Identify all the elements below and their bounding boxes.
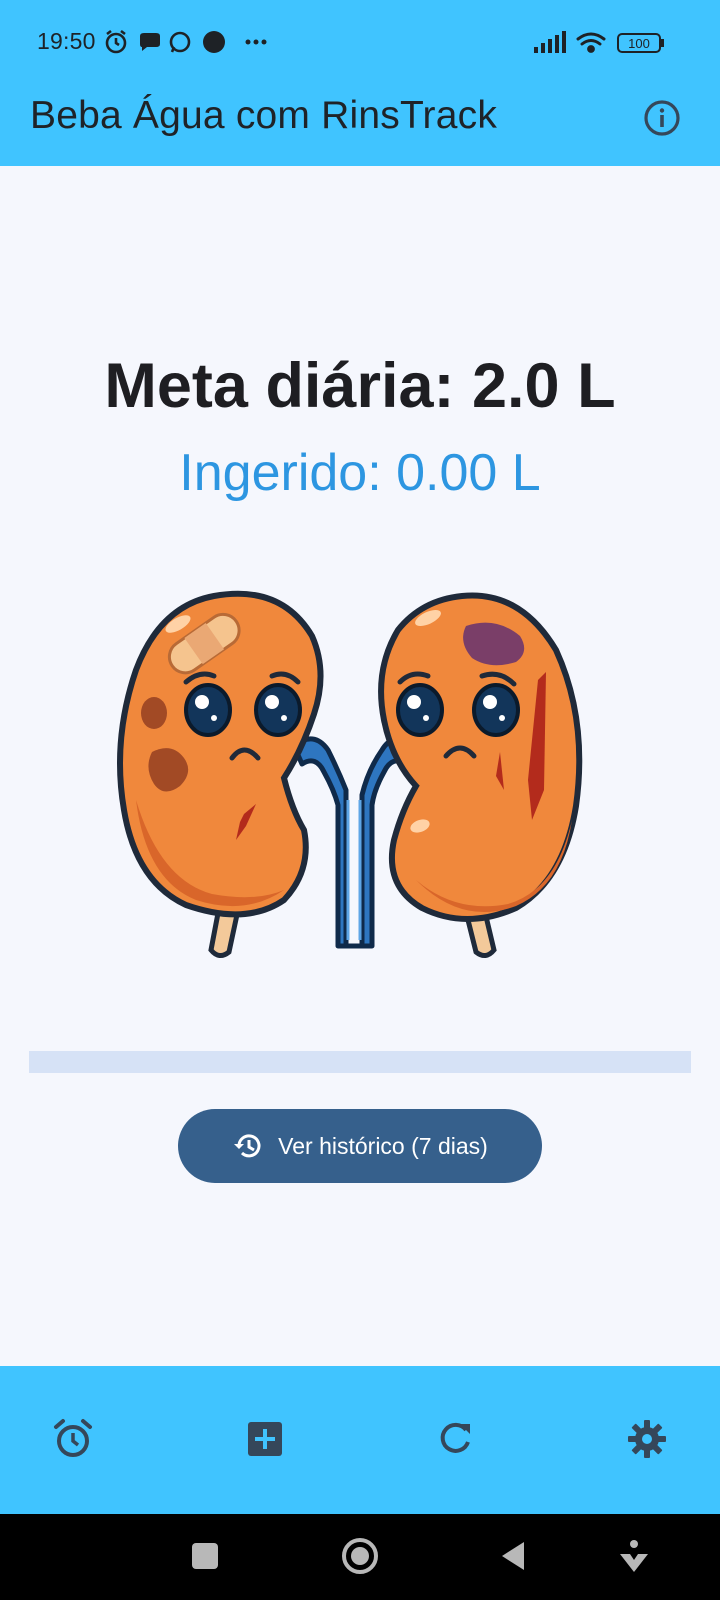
dot-icon [203, 31, 225, 53]
intake-progress-bar [29, 1051, 691, 1073]
back-icon[interactable] [492, 1534, 536, 1578]
app-title: Beba Água com RinsTrack [30, 94, 498, 137]
status-left-icons [105, 29, 267, 54]
wifi-icon [576, 32, 606, 53]
battery-level: 100 [628, 36, 650, 51]
intake-text: Ingerido: 0.00 L [179, 444, 541, 502]
settings-icon[interactable] [624, 1416, 670, 1462]
daily-goal-text: Meta diária: 2.0 L [104, 351, 616, 421]
left-kidney [117, 590, 324, 918]
alarm-icon [105, 29, 127, 54]
right-kidney [378, 592, 583, 922]
app-bar: Beba Água com RinsTrack [0, 86, 720, 166]
recents-icon[interactable] [183, 1534, 227, 1578]
signal-icon [534, 31, 566, 53]
system-nav-bar [0, 1514, 720, 1600]
accessibility-icon[interactable] [612, 1534, 656, 1578]
status-time: 19:50 [37, 28, 96, 54]
history-button[interactable]: Ver histórico (7 dias) [178, 1109, 542, 1183]
info-icon[interactable] [642, 98, 682, 138]
add-box-icon[interactable] [242, 1416, 288, 1462]
whatsapp-icon [169, 31, 191, 53]
home-icon[interactable] [338, 1534, 382, 1578]
status-bar: 19:50 100 [0, 0, 720, 86]
refresh-icon[interactable] [432, 1416, 478, 1462]
status-right-icons: 100 [534, 31, 664, 53]
alarm-icon[interactable] [50, 1416, 96, 1462]
history-icon [234, 1134, 261, 1158]
sad-kidneys-illustration [117, 590, 583, 958]
bottom-nav [0, 1366, 720, 1514]
chat-bubble-icon [140, 33, 160, 51]
more-dots-icon [245, 39, 267, 45]
history-button-label: Ver histórico (7 dias) [278, 1132, 488, 1159]
